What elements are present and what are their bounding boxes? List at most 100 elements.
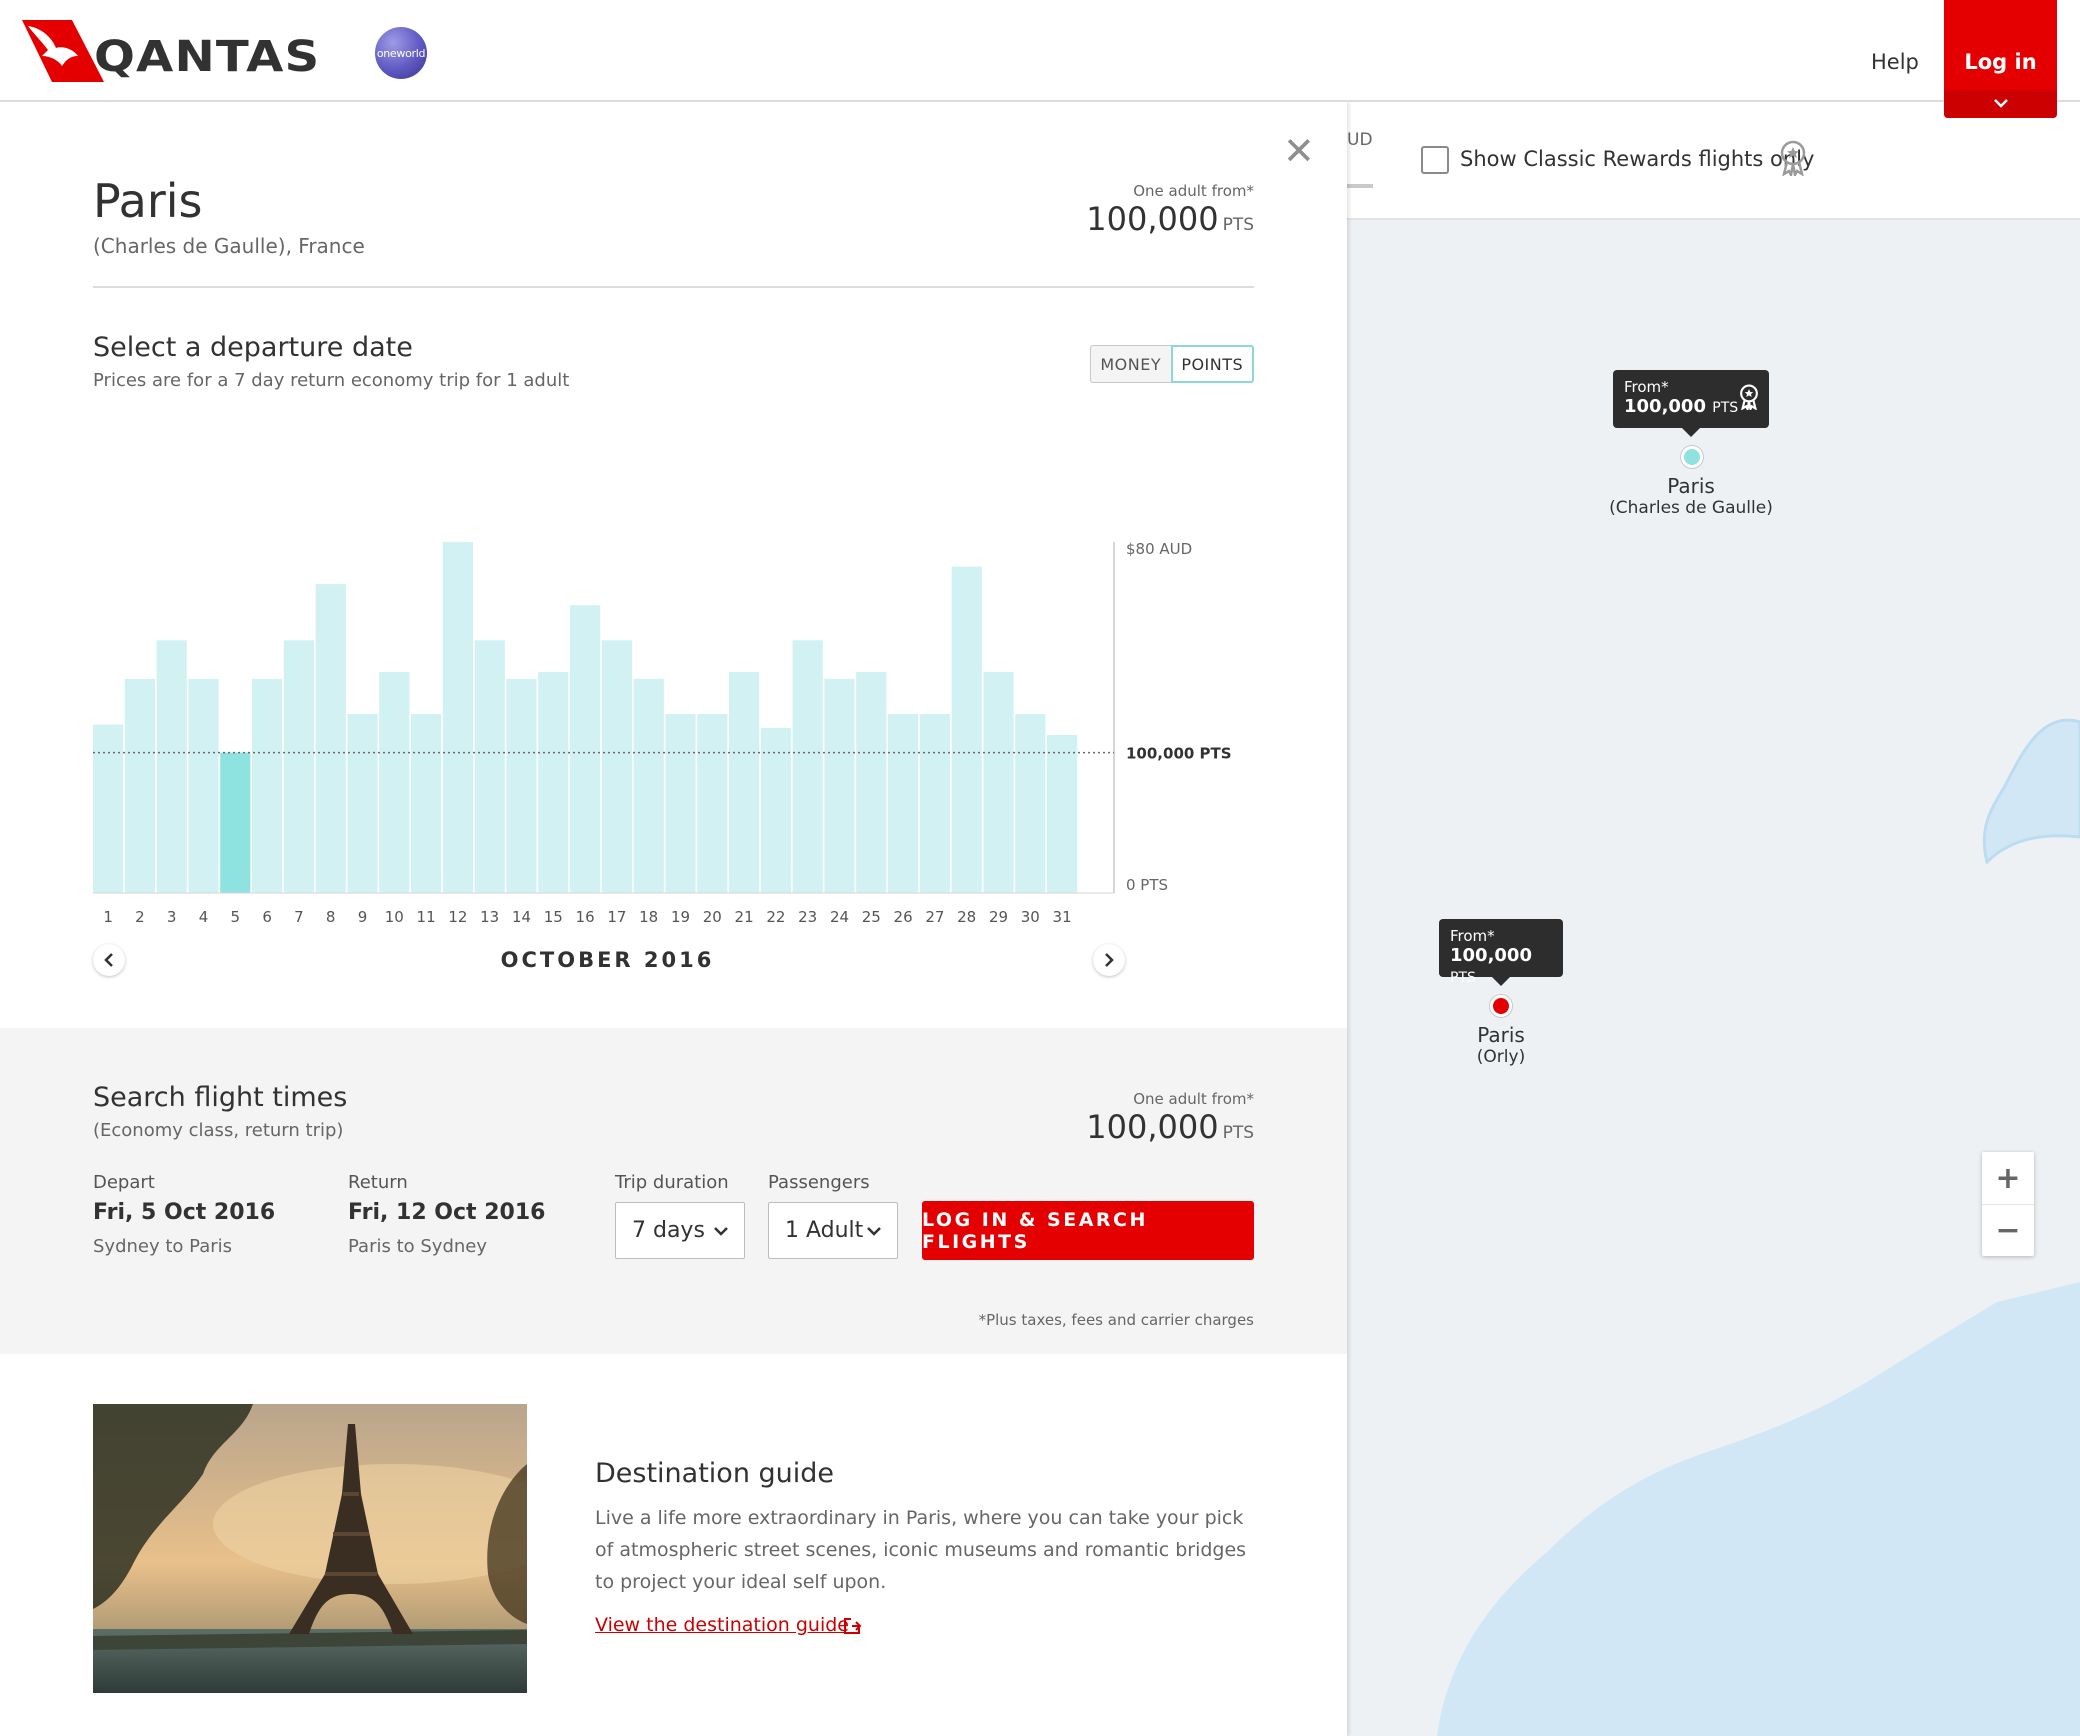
return-route: Paris to Sydney [348, 1236, 488, 1257]
chart-bar[interactable] [506, 678, 537, 893]
login-button[interactable]: Log in [1944, 0, 2057, 118]
chart-bar[interactable] [697, 714, 728, 893]
passengers-label: Passengers [768, 1172, 870, 1193]
chart-bar[interactable] [442, 542, 473, 893]
external-link-icon[interactable] [842, 1616, 862, 1636]
map-view[interactable]: UD Show Classic Rewards flights only Fro… [1347, 102, 2080, 1736]
x-tick-label: 18 [639, 908, 658, 926]
x-tick-label: 23 [798, 908, 817, 926]
trip-duration-select[interactable]: 7 days [615, 1202, 745, 1259]
fine-print: *Plus taxes, fees and carrier charges [978, 1311, 1254, 1329]
qantas-wordmark: QANTAS [94, 32, 321, 82]
chart-bar[interactable] [188, 678, 219, 893]
pin-from-label: From* [1450, 927, 1495, 945]
passengers-select[interactable]: 1 Adult [768, 1202, 898, 1259]
chart-bar[interactable] [570, 605, 601, 893]
pin-points-value: 100,000 [1624, 396, 1706, 417]
chart-bar[interactable] [983, 671, 1014, 893]
chart-bar[interactable] [1047, 735, 1078, 893]
chart-bar[interactable] [729, 671, 760, 893]
return-label: Return [348, 1172, 408, 1193]
chart-bar[interactable] [1015, 714, 1046, 893]
chevron-down-icon [1944, 90, 2057, 118]
qantas-logo[interactable]: QANTAS [22, 20, 322, 82]
y-label-reference: 100,000 PTS [1126, 745, 1232, 763]
chart-bar[interactable] [252, 678, 283, 893]
pin-points-unit: PTS [1712, 400, 1739, 416]
chart-bar[interactable] [601, 640, 632, 893]
pin-dot-default[interactable] [1490, 995, 1512, 1017]
search-subtitle: (Economy class, return trip) [93, 1120, 344, 1141]
x-tick-label: 29 [989, 908, 1008, 926]
y-label-bottom: 0 PTS [1126, 876, 1168, 894]
chart-bar[interactable] [538, 671, 569, 893]
pin-dot-selected[interactable] [1681, 446, 1703, 468]
currency-tab-fragment[interactable]: UD [1347, 130, 1373, 150]
chart-bar[interactable] [220, 752, 251, 893]
chart-bar[interactable] [633, 678, 664, 893]
return-date: Fri, 12 Oct 2016 [348, 1200, 546, 1225]
help-link[interactable]: Help [1871, 50, 1919, 74]
x-tick-label: 30 [1021, 908, 1040, 926]
chart-bar[interactable] [315, 584, 346, 893]
chart-bar[interactable] [824, 678, 855, 893]
chart-bar[interactable] [888, 714, 919, 893]
chart-bar[interactable] [951, 566, 982, 893]
chart-bar[interactable] [283, 640, 314, 893]
x-tick-label: 2 [135, 908, 145, 926]
oneworld-logo: oneworld [375, 27, 427, 79]
map-pin-ory[interactable]: From* 100,000 PTS Paris (Orly) [1439, 919, 1569, 1069]
search-flight-section: Search flight times (Economy class, retu… [0, 1028, 1347, 1354]
chart-bar[interactable] [411, 714, 442, 893]
zoom-in-button[interactable]: + [1982, 1152, 2034, 1204]
x-tick-label: 10 [385, 908, 404, 926]
map-pin-cdg[interactable]: From* 100,000 PTS Paris (Charles de Gaul… [1609, 370, 1773, 520]
chart-bar[interactable] [792, 640, 823, 893]
chart-bar[interactable] [347, 714, 378, 893]
search-price: One adult from* 100,000 PTS [1086, 1090, 1254, 1146]
zoom-out-button[interactable]: − [1982, 1204, 2034, 1256]
award-ribbon-icon [1740, 384, 1758, 410]
destination-guide-image [93, 1404, 527, 1693]
destination-panel: ✕ Paris (Charles de Gaulle), France One … [0, 102, 1347, 1736]
chart-bar[interactable] [665, 714, 696, 893]
chart-bar[interactable] [124, 678, 155, 893]
chart-bar[interactable] [919, 714, 950, 893]
award-ribbon-icon [1780, 140, 1806, 176]
passengers-value: 1 Adult [785, 1218, 864, 1243]
login-search-flights-button[interactable]: LOG IN & SEARCH FLIGHTS [922, 1201, 1254, 1260]
chart-bar[interactable] [379, 671, 410, 893]
depart-route: Sydney to Paris [93, 1236, 233, 1257]
search-title: Search flight times [93, 1082, 348, 1113]
pin-city: Paris [1477, 1023, 1525, 1047]
x-tick-label: 4 [199, 908, 209, 926]
x-tick-label: 11 [417, 908, 436, 926]
pin-points: 100,000 PTS [1624, 396, 1738, 417]
y-label-top: $80 AUD [1126, 540, 1192, 558]
x-tick-label: 1 [103, 908, 113, 926]
price-from-label: One adult from* [1133, 1090, 1254, 1108]
destination-guide-link[interactable]: View the destination guide [595, 1614, 849, 1636]
kangaroo-logo-icon [22, 20, 104, 82]
x-tick-label: 9 [358, 908, 368, 926]
month-label: OCTOBER 2016 [500, 948, 715, 972]
price-bar-chart: 1 2 3 4 5 6 7 8 9 10 11 12 13 14 15 16 17 18 19 20 21 22 23 24 2… [93, 540, 1232, 926]
price-value: 100,000 [1086, 1108, 1219, 1146]
pin-from-label: From* [1624, 378, 1669, 396]
chart-bar[interactable] [156, 640, 187, 893]
x-tick-label: 21 [735, 908, 754, 926]
pin-points: 100,000 PTS [1450, 945, 1532, 987]
next-month-button[interactable] [1093, 944, 1125, 976]
x-tick-label: 8 [326, 908, 336, 926]
chart-bar[interactable] [93, 724, 124, 894]
pin-tooltip: From* 100,000 PTS [1439, 919, 1563, 986]
chart-bar[interactable] [474, 640, 505, 893]
x-tick-label: 14 [512, 908, 531, 926]
x-tick-label: 31 [1053, 908, 1072, 926]
chart-bar[interactable] [760, 728, 791, 893]
x-tick-label: 24 [830, 908, 849, 926]
classic-rewards-label[interactable]: Show Classic Rewards flights only [1460, 147, 1814, 171]
x-tick-label: 15 [544, 908, 563, 926]
chart-bar[interactable] [856, 671, 887, 893]
classic-rewards-checkbox[interactable] [1421, 146, 1449, 174]
